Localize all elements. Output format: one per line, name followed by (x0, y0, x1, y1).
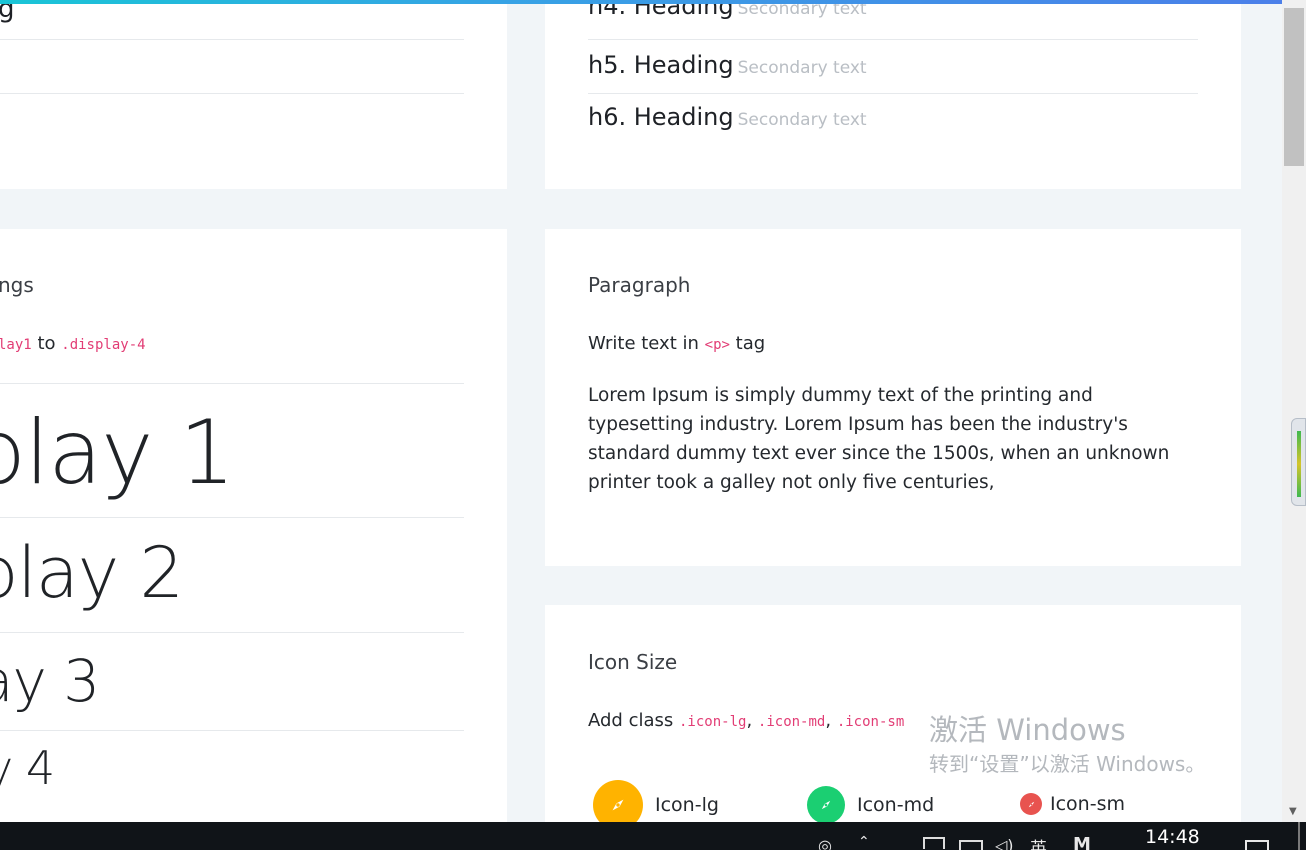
volume-icon[interactable]: ◁) (995, 836, 1014, 850)
icon-md-item: Icon-md (807, 786, 934, 824)
code-icon-sm: .icon-sm (836, 714, 905, 730)
icon-sm-label: Icon-sm (1050, 793, 1125, 815)
code-display-4: .display-4 (61, 337, 146, 353)
hint-before: Write text in (588, 333, 699, 354)
lorem-paragraph: Lorem Ipsum is simply dummy text of the … (588, 385, 1170, 493)
activation-watermark-subtitle: 转到“设置”以激活 Windows。 (929, 752, 1206, 776)
divider (588, 39, 1198, 40)
display-headings-card: ngs lay1 to .display-4 play 1 play 2 ay … (0, 229, 507, 850)
card-title: ngs (0, 273, 34, 297)
battery-icon[interactable] (923, 837, 945, 849)
windows-taskbar: ◎ ⌃ ◁) 英 M 14:48 (0, 822, 1306, 850)
display-1-text: play 1 (0, 401, 235, 504)
tray-chevron-up-icon[interactable]: ⌃ (858, 834, 870, 850)
code-icon-md: .icon-md (757, 714, 826, 730)
h5-label: h5. Heading (588, 51, 734, 79)
divider (0, 383, 464, 384)
h6-secondary: Secondary text (737, 110, 867, 130)
code-icon-lg: .icon-lg (679, 714, 747, 730)
divider (0, 93, 464, 94)
compass-icon (807, 786, 845, 824)
compass-icon (1020, 793, 1042, 815)
display-class-hint: lay1 to .display-4 (0, 333, 146, 354)
show-desktop-button[interactable] (1298, 822, 1300, 850)
divider (588, 93, 1198, 94)
level-bars-icon (1297, 431, 1301, 497)
code-display-1: lay1 (0, 337, 32, 353)
card-title: Paragraph (588, 273, 691, 297)
icon-size-card: Icon Size Add class .icon-lg, .icon-md, … (545, 605, 1241, 850)
hint-label: Add class (588, 710, 674, 731)
h6-label: h6. Heading (588, 103, 734, 131)
divider (0, 632, 464, 633)
h5-heading: h5. Heading Secondary text (588, 51, 867, 79)
display-4-text: y 4 (0, 741, 55, 795)
divider (0, 39, 464, 40)
app-tray-icon[interactable]: M (1073, 834, 1091, 850)
paragraph-hint: Write text in <p> tag (588, 333, 765, 354)
h5-secondary: Secondary text (737, 58, 867, 78)
paragraph-card: Paragraph Write text in <p> tag Lorem Ip… (545, 229, 1241, 566)
card-title: Icon Size (588, 650, 678, 674)
taskbar-clock[interactable]: 14:48 (1145, 826, 1200, 848)
hint-sep: , (825, 710, 832, 731)
scrollbar-thumb[interactable] (1284, 8, 1304, 166)
icon-sm-item: Icon-sm (1020, 793, 1125, 815)
display-3-text: ay 3 (0, 647, 100, 715)
hint-after: tag (735, 333, 766, 354)
headings-card-left: g (0, 0, 507, 189)
divider (0, 517, 464, 518)
input-method-indicator[interactable]: 英 (1030, 834, 1047, 850)
side-widget-handle[interactable] (1291, 418, 1306, 506)
notification-center-icon[interactable] (1245, 840, 1269, 850)
h6-heading: h6. Heading Secondary text (588, 103, 867, 131)
activation-watermark-title: 激活 Windows (929, 713, 1126, 747)
network-icon[interactable] (959, 840, 983, 850)
display-2-text: play 2 (0, 532, 184, 614)
icon-lg-label: Icon-lg (655, 794, 719, 816)
hint-joiner: to (37, 333, 56, 354)
icon-class-hint: Add class .icon-lg, .icon-md, .icon-sm (588, 710, 904, 731)
divider (0, 730, 464, 731)
help-icon[interactable]: ◎ (818, 836, 832, 850)
headings-card: h4. Heading Secondary text h5. Heading Sec… (545, 0, 1241, 189)
code-p-tag: <p> (704, 337, 730, 353)
hint-sep: , (746, 710, 753, 731)
icon-md-label: Icon-md (857, 794, 935, 816)
vertical-scrollbar[interactable]: ▼ (1282, 0, 1306, 822)
top-progress-bar (0, 0, 1282, 4)
scroll-down-arrow-icon[interactable]: ▼ (1289, 806, 1297, 817)
